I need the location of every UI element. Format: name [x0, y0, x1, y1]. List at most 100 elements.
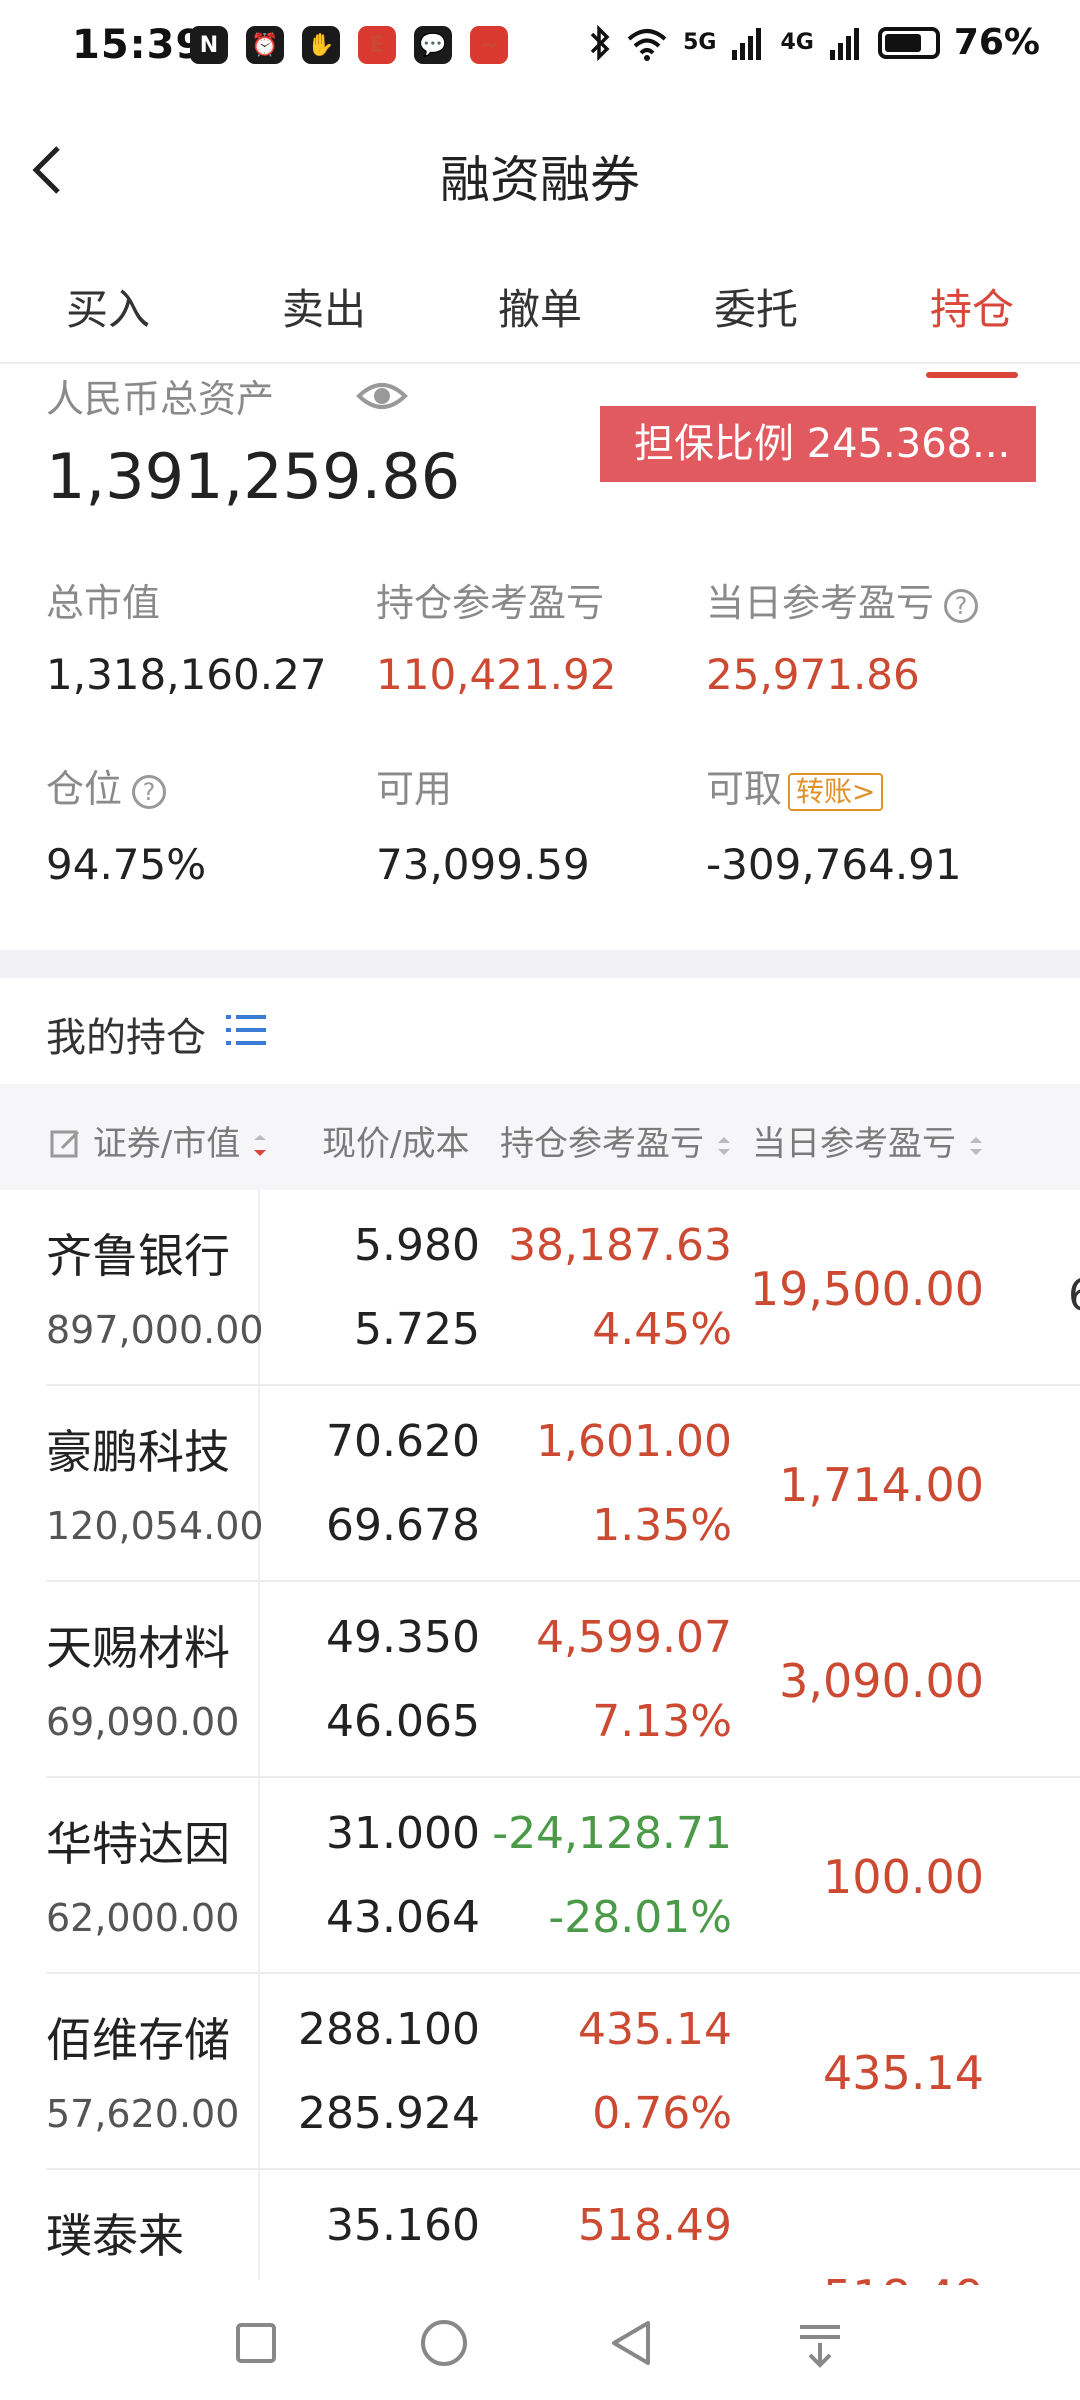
stock-daily-pl: 19,500.00 — [749, 1262, 984, 1316]
nav-menu-icon[interactable] — [790, 2313, 850, 2373]
stock-cost: 43.064 — [326, 1892, 480, 1943]
back-nav-icon[interactable] — [602, 2313, 662, 2373]
list-icon — [226, 1015, 266, 1045]
stock-price: 35.160 — [326, 2200, 480, 2251]
column-position-pl-label: 持仓参考盈亏 — [500, 1124, 704, 1164]
battery-percent: 76% — [953, 22, 1040, 63]
tab-divider — [0, 362, 1080, 364]
stock-price: 288.100 — [298, 2004, 480, 2055]
help-icon[interactable]: ? — [944, 588, 979, 623]
app-e-icon: E — [358, 26, 396, 64]
collateral-ratio-badge[interactable]: 担保比例 245.368... — [600, 406, 1036, 482]
visibility-toggle[interactable] — [356, 370, 408, 422]
stock-pl-percent: 0.76% — [592, 2088, 732, 2139]
stock-market-value: 57,620.00 — [46, 2092, 240, 2136]
help-icon[interactable]: ? — [132, 774, 167, 809]
network-5g: 5G — [683, 29, 717, 55]
total-assets-label: 人民币总资产 — [46, 377, 275, 421]
network-4g: 4G — [780, 29, 814, 55]
stock-name: 天赐材料 — [46, 1621, 230, 1675]
stock-price: 31.000 — [326, 1808, 480, 1859]
signal-icon — [732, 27, 762, 60]
position-ratio-value: 94.75% — [46, 840, 207, 889]
home-icon[interactable] — [414, 2313, 474, 2373]
sort-icon — [717, 1137, 730, 1155]
tab-cancel[interactable]: 撤单 — [432, 280, 648, 360]
available-label: 可用 — [376, 767, 453, 811]
stock-market-value: 69,090.00 — [46, 1700, 240, 1744]
stock-pl: 518.49 — [578, 2200, 732, 2251]
column-price-cost: 现价/成本 — [322, 1124, 470, 1164]
tab-positions[interactable]: 持仓 — [864, 280, 1080, 378]
system-nav-bar — [0, 2285, 1080, 2400]
column-security[interactable]: 证券/市值 — [50, 1116, 269, 1165]
withdrawable-label-wrap: 可取 转账> — [706, 758, 884, 813]
position-ratio-label: 仓位 — [46, 767, 123, 811]
stock-market-value: 120,054.00 — [46, 1504, 264, 1548]
stock-price: 5.980 — [354, 1220, 480, 1271]
tab-buy[interactable]: 买入 — [0, 280, 216, 360]
holding-row[interactable]: 齐鲁银行 897,000.00 5.980 5.725 38,187.63 4.… — [0, 1190, 1080, 1386]
overflow-column-glimpse: 6 — [1068, 1270, 1080, 1321]
stock-pl-percent: 7.13% — [592, 1696, 732, 1747]
daily-pl-label-wrap: 当日参考盈亏? — [706, 572, 979, 627]
hand-icon: ✋ — [302, 26, 340, 64]
column-daily-pl-label: 当日参考盈亏 — [752, 1124, 956, 1164]
section-separator — [0, 950, 1080, 978]
holdings-list: 齐鲁银行 897,000.00 5.980 5.725 38,187.63 4.… — [0, 1190, 1080, 2366]
stock-cost: 285.924 — [298, 2088, 480, 2139]
holding-row[interactable]: 佰维存储 57,620.00 288.100 285.924 435.14 0.… — [0, 1974, 1080, 2170]
wifi-icon — [627, 28, 667, 61]
position-pl-value: 110,421.92 — [376, 650, 617, 699]
stock-daily-pl: 3,090.00 — [779, 1654, 984, 1708]
battery-icon — [877, 26, 940, 59]
stock-pl: -24,128.71 — [492, 1808, 732, 1859]
holdings-table-header: 证券/市值 现价/成本 持仓参考盈亏 当日参考盈亏 — [0, 1084, 1080, 1190]
stock-price: 49.350 — [326, 1612, 480, 1663]
stock-name: 豪鹏科技 — [46, 1425, 230, 1479]
withdrawable-value: -309,764.91 — [706, 840, 962, 889]
stock-daily-pl: 100.00 — [823, 1850, 984, 1904]
alarm-icon: ⏰ — [246, 26, 284, 64]
holding-row[interactable]: 天赐材料 69,090.00 49.350 46.065 4,599.07 7.… — [0, 1582, 1080, 1778]
total-assets-value: 1,391,259.86 — [46, 440, 461, 513]
available-value: 73,099.59 — [376, 840, 590, 889]
column-daily-pl[interactable]: 当日参考盈亏 — [752, 1116, 985, 1165]
holding-row[interactable]: 华特达因 62,000.00 31.000 43.064 -24,128.71 … — [0, 1778, 1080, 1974]
message-icon: 💬 — [414, 26, 452, 64]
status-time: 15:39 — [72, 22, 205, 68]
holdings-title: 我的持仓 — [46, 1015, 206, 1061]
app-red-icon: ~ — [470, 26, 508, 64]
page-title: 融资融券 — [440, 151, 640, 209]
daily-pl-value: 25,971.86 — [706, 650, 920, 699]
stock-pl-percent: -28.01% — [548, 1892, 732, 1943]
stock-pl-percent: 4.45% — [592, 1304, 732, 1355]
edit-icon — [50, 1130, 80, 1158]
tab-sell[interactable]: 卖出 — [216, 280, 432, 360]
stock-daily-pl: 1,714.00 — [779, 1458, 984, 1512]
recents-icon[interactable] — [226, 2313, 286, 2373]
stock-pl-percent: 1.35% — [592, 1500, 732, 1551]
nfc-icon: N — [190, 26, 228, 64]
stock-pl: 1,601.00 — [536, 1416, 732, 1467]
position-ratio-label-wrap: 仓位? — [46, 758, 167, 813]
column-security-label: 证券/市值 — [92, 1124, 241, 1164]
trade-tabs: 买入 卖出 撤单 委托 持仓 — [0, 280, 1080, 378]
stock-name: 齐鲁银行 — [46, 1229, 230, 1283]
column-position-pl[interactable]: 持仓参考盈亏 — [500, 1116, 733, 1165]
stock-cost: 69.678 — [326, 1500, 480, 1551]
transfer-button[interactable]: 转账> — [788, 772, 884, 811]
tab-orders[interactable]: 委托 — [648, 280, 864, 360]
position-pl-label: 持仓参考盈亏 — [376, 581, 605, 625]
stock-cost: 46.065 — [326, 1696, 480, 1747]
stock-name: 华特达因 — [46, 1817, 230, 1871]
stock-pl: 435.14 — [578, 2004, 732, 2055]
stock-daily-pl: 435.14 — [823, 2046, 984, 2100]
list-view-button[interactable] — [226, 1012, 268, 1048]
notification-icons: N ⏰ ✋ E 💬 ~ — [190, 26, 508, 64]
system-icons: 5G 4G 76% — [589, 22, 1040, 63]
holding-row[interactable]: 豪鹏科技 120,054.00 70.620 69.678 1,601.00 1… — [0, 1386, 1080, 1582]
market-value: 1,318,160.27 — [46, 650, 327, 699]
status-bar: 15:39 N ⏰ ✋ E 💬 ~ 5G 4G 76% — [0, 0, 1080, 100]
stock-market-value: 62,000.00 — [46, 1896, 240, 1940]
